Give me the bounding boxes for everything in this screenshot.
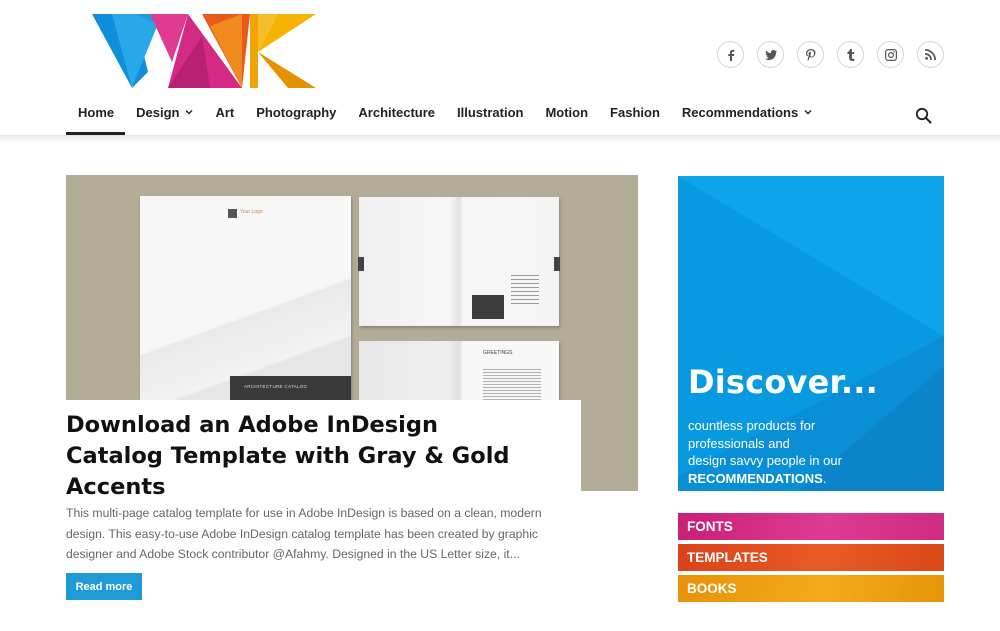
main-nav: Home Design Art Photography Architecture… [66, 105, 823, 135]
chevron-down-icon [804, 110, 812, 115]
nav-label: Art [215, 105, 235, 120]
twitter-icon[interactable] [757, 41, 784, 68]
nav-label: Architecture [358, 105, 435, 120]
nav-item-photography[interactable]: Photography [245, 105, 347, 135]
nav-item-recommendations[interactable]: Recommendations [671, 105, 823, 135]
spread-tab [358, 257, 364, 271]
logo-square [228, 209, 237, 218]
category-label: FONTS [687, 519, 733, 534]
search-icon[interactable] [914, 106, 934, 126]
social-links [717, 41, 944, 68]
promo-text: countless products for professionals and… [688, 417, 842, 487]
site-logo[interactable] [92, 12, 318, 90]
read-more-button[interactable]: Read more [66, 573, 142, 600]
nav-item-illustration[interactable]: Illustration [446, 105, 534, 135]
chevron-down-icon [185, 110, 193, 115]
promo-title: Discover... [688, 363, 878, 401]
promo-highlight: RECOMMENDATIONS [688, 470, 823, 486]
nav-item-design[interactable]: Design [125, 105, 204, 135]
spread-image-block [472, 295, 504, 319]
nav-shadow [0, 135, 1000, 144]
facebook-icon[interactable] [717, 41, 744, 68]
promo-period: . [822, 470, 827, 486]
catalog-cover-page: Your Logo ARCHITECTURE CATALOG [140, 196, 351, 406]
nav-item-fashion[interactable]: Fashion [599, 105, 671, 135]
catalog-cover-label: ARCHITECTURE CATALOG [244, 384, 308, 389]
catalog-logo-text: Your Logo [240, 209, 263, 215]
nav-item-home[interactable]: Home [66, 105, 126, 135]
promo-line: design savvy people in our [688, 453, 842, 468]
promo-line: RECOMMENDATIONS. [688, 470, 842, 488]
discover-promo-banner[interactable]: Discover... countless products for profe… [678, 176, 944, 491]
nav-label: Illustration [457, 105, 524, 120]
nav-label: Design [136, 105, 180, 120]
article-title[interactable]: Download an Adobe InDesign Catalog Templ… [66, 410, 536, 503]
category-fonts-button[interactable]: FONTS [678, 513, 944, 540]
category-label: TEMPLATES [687, 550, 768, 565]
nav-label: Photography [256, 105, 337, 120]
category-label: BOOKS [687, 581, 737, 596]
catalog-spread-top [358, 197, 560, 326]
article-excerpt: This multi-page catalog template for use… [66, 506, 542, 561]
nav-label: Fashion [610, 105, 660, 120]
nav-divider [0, 135, 1000, 136]
category-templates-button[interactable]: TEMPLATES [678, 544, 944, 571]
category-books-button[interactable]: BOOKS [678, 575, 944, 602]
nav-label: Motion [545, 105, 589, 120]
spread-tab [554, 257, 560, 271]
nav-item-architecture[interactable]: Architecture [347, 105, 446, 135]
tumblr-icon[interactable] [837, 41, 864, 68]
nav-label: Recommendations [681, 105, 799, 120]
nav-item-motion[interactable]: Motion [534, 105, 599, 135]
promo-line: professionals and [688, 435, 790, 451]
promo-line: countless products for [688, 418, 816, 433]
nav-item-art[interactable]: Art [204, 105, 245, 135]
instagram-icon[interactable] [877, 41, 904, 68]
rss-icon[interactable] [917, 41, 944, 68]
pinterest-icon[interactable] [797, 41, 824, 68]
nav-label: Home [78, 105, 115, 120]
spread-heading-text: GREETINGS [483, 350, 513, 356]
spread-text-lines [511, 275, 539, 305]
